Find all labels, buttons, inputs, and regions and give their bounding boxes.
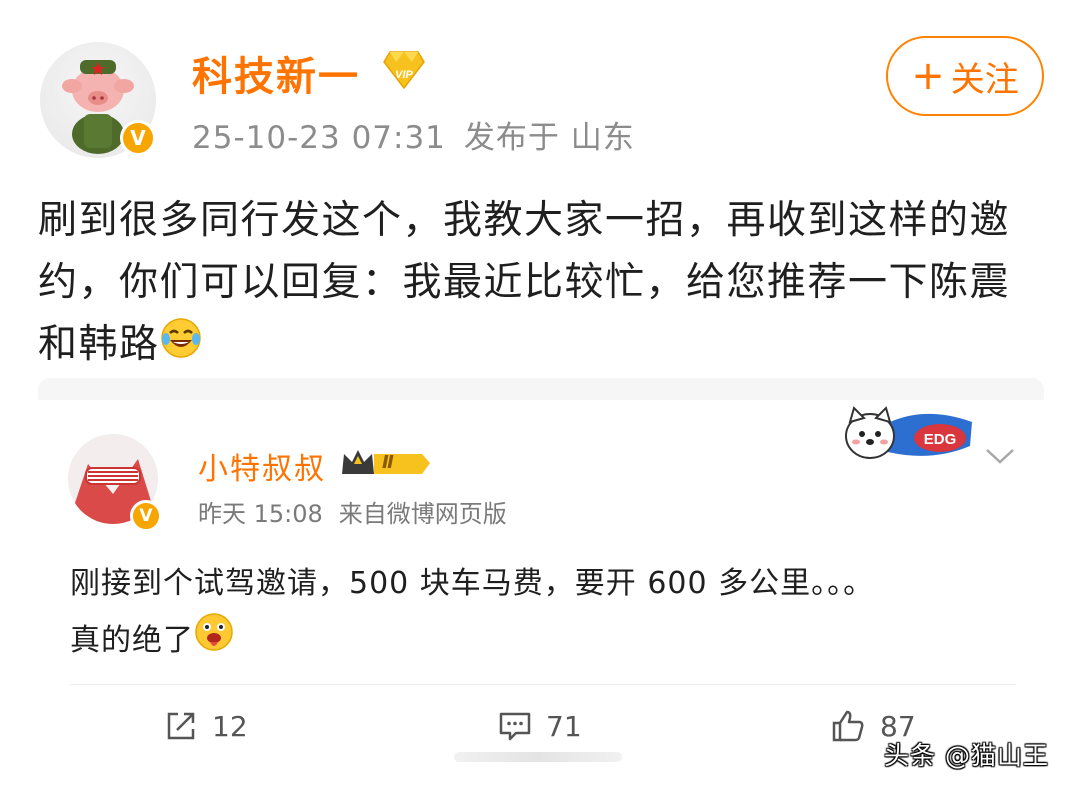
post-meta: 25-10-23 07:31 发布于 山东 <box>192 112 635 157</box>
follow-button[interactable]: + 关注 <box>886 36 1044 116</box>
level-badge: Ⅱ <box>382 452 394 473</box>
repost-count: 12 <box>212 709 248 743</box>
comment-icon <box>499 712 531 741</box>
comment-button[interactable]: 71 <box>498 706 582 746</box>
laughing-tears-icon <box>160 316 202 378</box>
dog-edg-sticker-icon: EDG <box>845 406 972 459</box>
quoted-post-body: 刚接到个试驾邀请，500 块车马费，要开 600 多公里。。。 真的绝了 <box>70 556 1030 671</box>
scroll-indicator <box>454 752 622 762</box>
repost-icon <box>167 712 195 740</box>
vip-diamond-icon: VIP <box>383 51 425 90</box>
quoted-author-name[interactable]: 小特叔叔 <box>198 444 326 488</box>
quoted-text-line1: 刚接到个试驾邀请，500 块车马费，要开 600 多公里。。。 <box>70 566 875 601</box>
quoted-timestamp: 昨天 15:08 <box>198 500 323 528</box>
repost-button[interactable]: 12 <box>164 706 248 746</box>
plus-icon: + <box>911 53 945 99</box>
post-body: 刷到很多同行发这个，我教大家一招，再收到这样的邀约，你们可以回复：我最近比较忙，… <box>38 190 1038 378</box>
source-watermark: 头条 @猫山王 <box>884 741 1049 770</box>
drooling-face-icon <box>194 612 234 671</box>
chevron-down-icon[interactable] <box>984 446 1016 466</box>
post-timestamp: 25-10-23 07:31 <box>192 120 446 156</box>
quoted-verified-badge: V <box>130 500 162 532</box>
quoted-meta: 昨天 15:08 来自微博网页版 <box>198 494 507 529</box>
svg-text:VIP: VIP <box>395 69 413 81</box>
quoted-text-line2-wrap: 真的绝了 <box>70 612 1030 671</box>
post-location: 发布于 山东 <box>463 120 635 156</box>
quoted-source: 来自微博网页版 <box>338 500 507 528</box>
author-name[interactable]: 科技新一 <box>192 44 360 102</box>
verified-badge: V <box>120 120 156 156</box>
divider <box>70 684 1016 685</box>
follow-label: 关注 <box>950 59 1019 100</box>
svg-text:EDG: EDG <box>924 431 957 448</box>
thumbs-up-icon <box>832 710 864 742</box>
comment-count: 71 <box>546 709 582 743</box>
post-header: V 科技新一 VIP 25-10-23 07:31 发布于 山东 + 关注 <box>0 0 1080 180</box>
quoted-text-line2: 真的绝了 <box>70 623 194 658</box>
